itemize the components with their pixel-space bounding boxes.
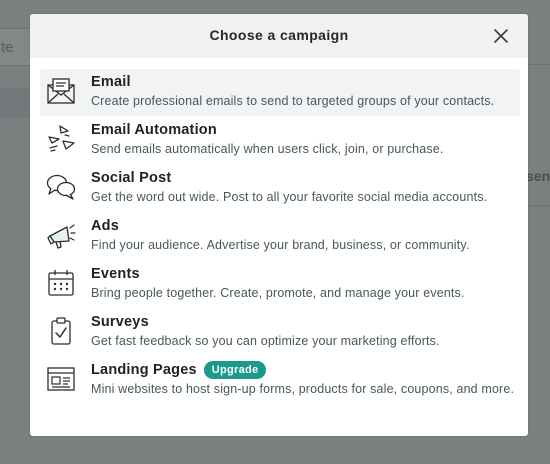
webpage-icon: [46, 364, 76, 394]
campaign-title: Landing Pages Upgrade: [91, 361, 520, 379]
megaphone-icon: [46, 220, 76, 250]
campaign-title: Events: [91, 266, 140, 282]
campaign-description: Bring people together. Create, promote, …: [91, 286, 465, 300]
clipboard-check-icon: [46, 316, 76, 346]
campaign-description: Get fast feedback so you can optimize yo…: [91, 334, 440, 348]
modal-header: Choose a campaign: [30, 14, 528, 58]
campaign-option-events[interactable]: Events Bring people together. Create, pr…: [40, 261, 520, 309]
campaign-title: Email: [91, 74, 131, 90]
envelope-icon: [46, 76, 76, 106]
campaign-description: Find your audience. Advertise your brand…: [91, 238, 470, 252]
background-divider: [528, 64, 550, 65]
campaign-title: Surveys: [91, 314, 149, 330]
chat-bubbles-icon: [46, 172, 76, 202]
campaign-option-social-post[interactable]: Social Post Get the word out wide. Post …: [40, 165, 520, 213]
background-divider: [528, 205, 550, 206]
close-button[interactable]: [492, 27, 510, 45]
campaign-option-ads[interactable]: Ads Find your audience. Advertise your b…: [40, 213, 520, 261]
close-icon: [494, 29, 508, 43]
campaign-description: Get the word out wide. Post to all your …: [91, 190, 488, 204]
campaign-list: Email Create professional emails to send…: [40, 69, 520, 417]
background-search-input: te: [0, 28, 32, 66]
campaign-option-surveys[interactable]: Surveys Get fast feedback so you can opt…: [40, 309, 520, 357]
upgrade-badge: Upgrade: [203, 361, 267, 379]
background-label: sen: [526, 168, 550, 184]
modal-title: Choose a campaign: [209, 27, 349, 43]
campaign-title: Ads: [91, 218, 119, 234]
campaign-modal: Choose a campaign Email Create professio…: [30, 14, 528, 436]
campaign-option-email-automation[interactable]: Email Automation Send emails automatical…: [40, 117, 520, 165]
campaign-title-text: Landing Pages: [91, 362, 197, 378]
campaign-option-email[interactable]: Email Create professional emails to send…: [40, 69, 520, 116]
background-sidebar-highlight: [0, 88, 30, 118]
campaign-description: Send emails automatically when users cli…: [91, 142, 444, 156]
campaign-description: Create professional emails to send to ta…: [91, 94, 495, 108]
paper-planes-icon: [46, 124, 76, 154]
campaign-title: Social Post: [91, 170, 172, 186]
campaign-description: Mini websites to host sign-up forms, pro…: [91, 382, 515, 396]
campaign-title: Email Automation: [91, 122, 217, 138]
campaign-option-landing-pages[interactable]: Landing Pages Upgrade Mini websites to h…: [40, 357, 520, 417]
calendar-icon: [46, 268, 76, 298]
